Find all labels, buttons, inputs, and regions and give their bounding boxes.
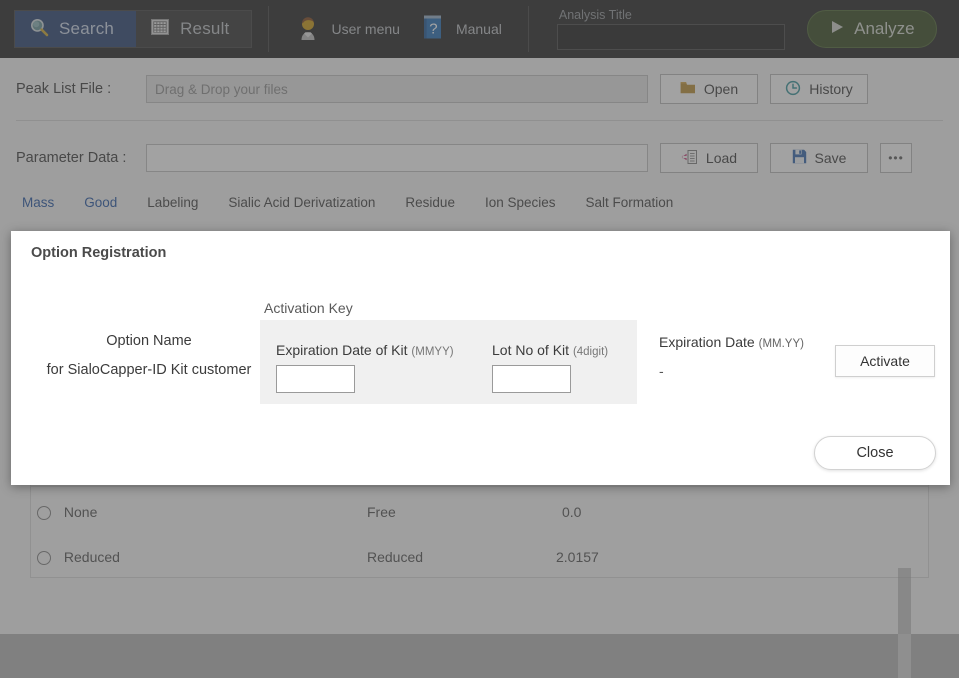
expiration-kit-hint: (MMYY)	[411, 346, 453, 358]
lot-no-field-group: Lot No of Kit (4digit)	[492, 342, 608, 393]
option-name-line2: for SialoCapper-ID Kit customer	[29, 356, 269, 385]
expiration-date-label: Expiration Date (MM.YY)	[659, 334, 804, 350]
lot-no-hint: (4digit)	[573, 346, 608, 358]
expiration-date-hint: (MM.YY)	[759, 338, 804, 350]
activation-key-panel: Expiration Date of Kit (MMYY) Lot No of …	[260, 320, 637, 404]
expiration-kit-label: Expiration Date of Kit (MMYY)	[276, 342, 454, 358]
lot-no-label: Lot No of Kit (4digit)	[492, 342, 608, 358]
option-name-line1: Option Name	[29, 327, 269, 356]
option-name-block: Option Name for SialoCapper-ID Kit custo…	[29, 327, 269, 385]
option-registration-dialog: Option Registration Option Name for Sial…	[11, 231, 950, 485]
lot-no-input[interactable]	[492, 365, 571, 393]
close-button[interactable]: Close	[814, 436, 936, 470]
expiration-date-value: -	[659, 363, 664, 379]
activation-key-label: Activation Key	[264, 300, 353, 316]
activate-button[interactable]: Activate	[835, 345, 935, 377]
expiration-kit-input[interactable]	[276, 365, 355, 393]
dialog-title: Option Registration	[31, 245, 166, 261]
expiration-kit-field-group: Expiration Date of Kit (MMYY)	[276, 342, 454, 393]
